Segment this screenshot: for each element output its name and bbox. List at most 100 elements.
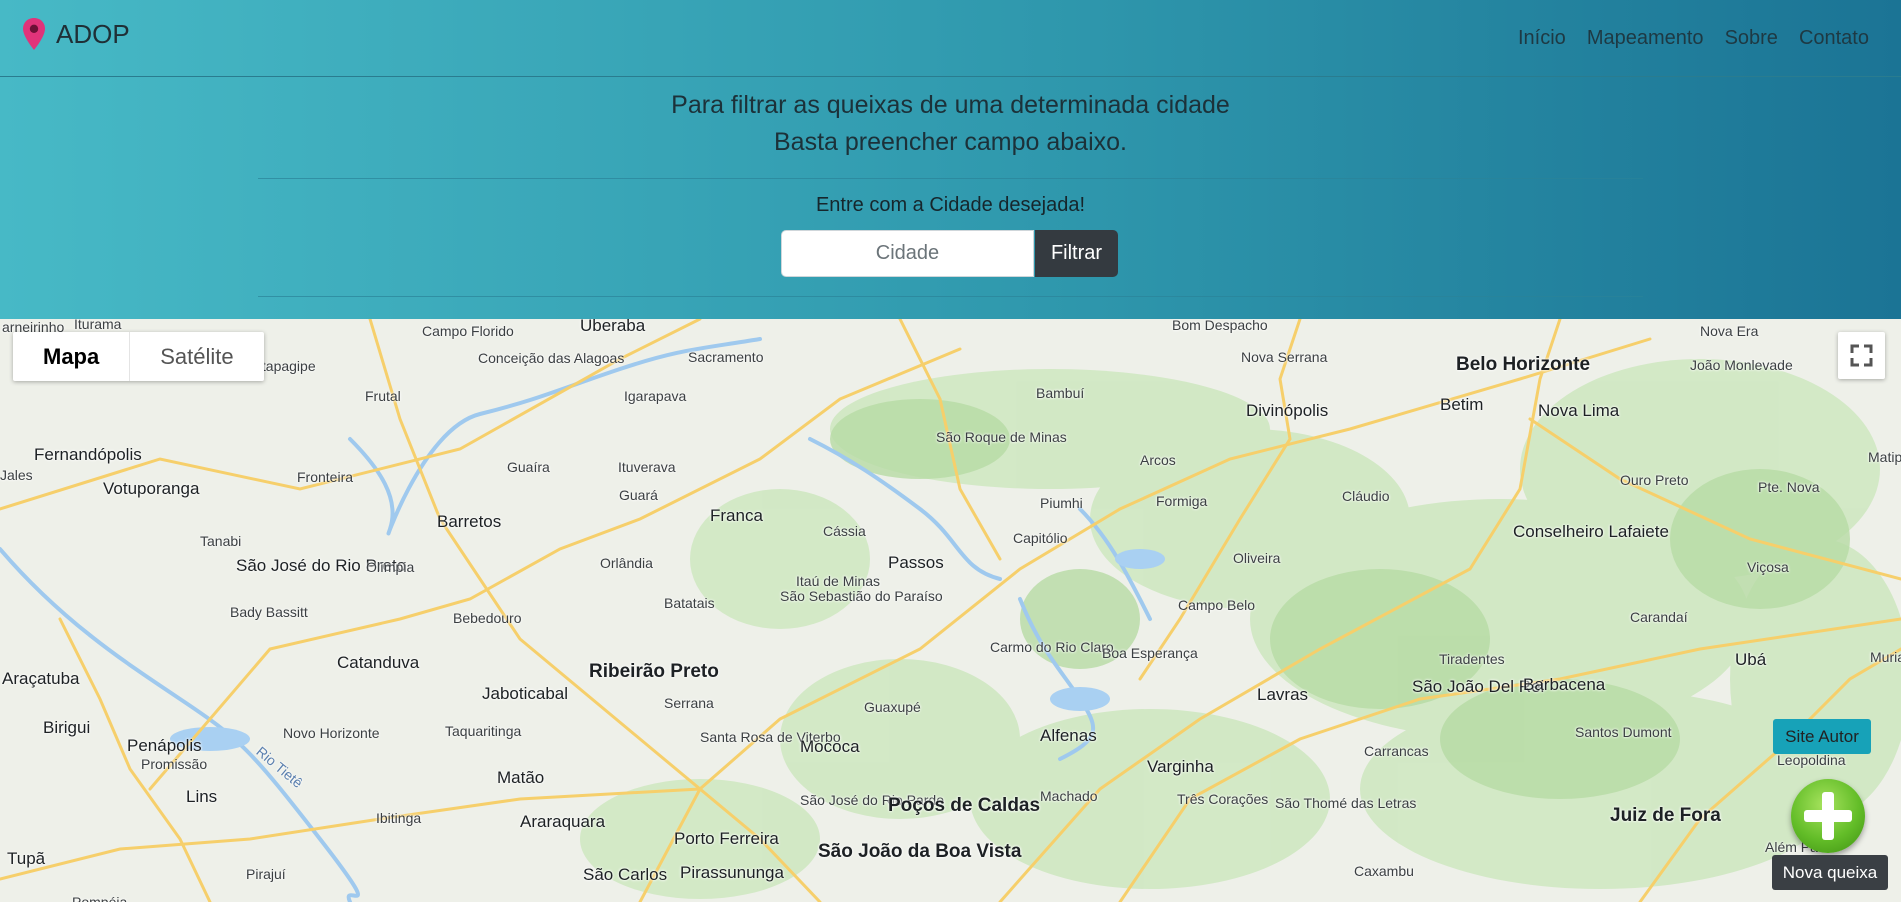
map-place: Ouro Preto	[1620, 472, 1689, 488]
map-place: São Sebastião do Paraíso	[780, 588, 943, 604]
map-place: Capitólio	[1013, 530, 1068, 546]
intro-line-2: Basta preencher campo abaixo.	[774, 128, 1127, 156]
map-place: Sacramento	[688, 349, 764, 365]
map-type-mapa[interactable]: Mapa	[13, 332, 131, 381]
intro-line-1: Para filtrar as queixas de uma determina…	[671, 91, 1230, 119]
map-place: Santa Rosa de Viterbo	[700, 729, 841, 745]
map-place: Cláudio	[1342, 488, 1390, 504]
map-place: Barretos	[437, 512, 502, 531]
map-place: Pte. Nova	[1758, 479, 1820, 495]
map-place: Novo Horizonte	[283, 725, 380, 741]
map-place: Bebedouro	[453, 610, 522, 626]
map-place: Pirassununga	[680, 863, 784, 882]
brand[interactable]: ADOP	[22, 18, 130, 50]
map-place: Itaú de Minas	[796, 573, 881, 589]
map-place: São Roque de Minas	[936, 429, 1067, 445]
map-place: Taquaritinga	[445, 723, 522, 739]
nav-sobre[interactable]: Sobre	[1725, 27, 1778, 50]
divider	[258, 178, 1643, 179]
site-autor-button[interactable]: Site Autor	[1773, 719, 1871, 754]
map-place: Poços de Caldas	[888, 795, 1041, 816]
map-place: Machado	[1040, 788, 1098, 804]
map-place: São José do Rio Preto	[236, 556, 407, 575]
add-complaint-plus-icon[interactable]	[1791, 779, 1865, 853]
map-place: Orlândia	[600, 555, 653, 571]
city-input[interactable]	[781, 230, 1034, 277]
map-place: Tanabi	[200, 533, 242, 549]
map-place: Alfenas	[1040, 726, 1097, 745]
map-place: Muriae	[1870, 649, 1901, 665]
map-place: Fernandópolis	[34, 445, 142, 464]
map-place: Ribeirão Preto	[589, 661, 719, 682]
map-place: Uberaba	[580, 319, 646, 335]
navbar: ADOP Início Mapeamento Sobre Contato	[0, 0, 1901, 77]
brand-name: ADOP	[56, 18, 130, 49]
map-place: Conselheiro Lafaiete	[1513, 522, 1669, 541]
map-place: Frutal	[365, 388, 401, 404]
map-place: Guaxupé	[864, 699, 921, 715]
map-place: Bambuí	[1036, 385, 1085, 401]
map-place: Piumhi	[1040, 495, 1083, 511]
fullscreen-icon	[1850, 344, 1873, 367]
map-place: Nova Lima	[1538, 401, 1620, 420]
map-place: Pompéia	[72, 894, 128, 902]
map-place: Barbacena	[1523, 675, 1606, 694]
map-place: Campo Belo	[1178, 597, 1256, 613]
map-place: Olímpia	[366, 559, 415, 575]
map-place: Igarapava	[624, 388, 687, 404]
map-place: Boa Esperança	[1102, 645, 1198, 661]
header: ADOP Início Mapeamento Sobre Contato Par…	[0, 0, 1901, 319]
map-place: Leopoldina	[1777, 752, 1846, 768]
map-place: Jales	[0, 467, 33, 483]
nav-links: Início Mapeamento Sobre Contato	[1518, 27, 1869, 50]
map-place: Três Corações	[1177, 791, 1269, 807]
filter-label: Entre com a Cidade desejada!	[815, 194, 1086, 216]
map-place: Birigui	[43, 718, 91, 737]
map-place: Votuporanga	[103, 479, 200, 498]
map-place: Bady Bassitt	[230, 604, 308, 620]
map-place: Mococa	[800, 737, 860, 756]
filter-button[interactable]: Filtrar	[1035, 230, 1118, 277]
map-place: Varginha	[1147, 757, 1214, 776]
map-place: Oliveira	[1233, 550, 1281, 566]
map-place: Fronteira	[297, 469, 354, 485]
map-place: Carandaí	[1630, 609, 1688, 625]
map-pin-icon	[23, 18, 45, 50]
map-place: Ituverava	[618, 459, 676, 475]
map-place: Porto Ferreira	[674, 829, 779, 848]
map-place: São Carlos	[583, 865, 668, 884]
map-place: Bom Despacho	[1172, 319, 1268, 333]
map-place: Ibitinga	[376, 810, 422, 826]
fullscreen-button[interactable]	[1838, 332, 1885, 379]
map-place: Iturama	[74, 319, 122, 332]
map-place: Juiz de Fora	[1610, 805, 1721, 826]
map-place: Cássia	[823, 523, 866, 539]
divider-bottom	[258, 296, 1643, 297]
map-place: Tiradentes	[1439, 651, 1505, 667]
map-place: Itapagipe	[258, 358, 316, 374]
map-type-control: Mapa Satélite	[13, 332, 264, 381]
map[interactable]: arneirinho Iturama Campo Florido Uberaba…	[0, 319, 1901, 902]
map-place: Passos	[888, 553, 944, 572]
map-place: Santos Dumont	[1575, 724, 1672, 740]
map-place: Lins	[186, 787, 218, 806]
map-place: São João Del Rei	[1412, 677, 1545, 696]
map-place: Arcos	[1140, 452, 1176, 468]
nova-queixa-button[interactable]: Nova queixa	[1772, 855, 1888, 890]
map-place: Tupã	[7, 849, 46, 868]
map-place: Matip	[1868, 449, 1901, 465]
map-place: Formiga	[1156, 493, 1208, 509]
map-place: Batatais	[664, 595, 715, 611]
map-type-satelite[interactable]: Satélite	[130, 332, 263, 381]
map-place: João Monlevade	[1690, 357, 1793, 373]
nav-mapeamento[interactable]: Mapeamento	[1587, 27, 1704, 50]
map-place: São João da Boa Vista	[818, 841, 1022, 862]
map-place: Catanduva	[337, 653, 420, 672]
nav-inicio[interactable]: Início	[1518, 27, 1566, 50]
map-place: Lavras	[1257, 685, 1309, 704]
map-place: Guaíra	[507, 459, 550, 475]
map-place: Jaboticabal	[482, 684, 569, 703]
nav-contato[interactable]: Contato	[1799, 27, 1869, 50]
map-place: Araçatuba	[2, 669, 80, 688]
map-place: Araraquara	[520, 812, 606, 831]
